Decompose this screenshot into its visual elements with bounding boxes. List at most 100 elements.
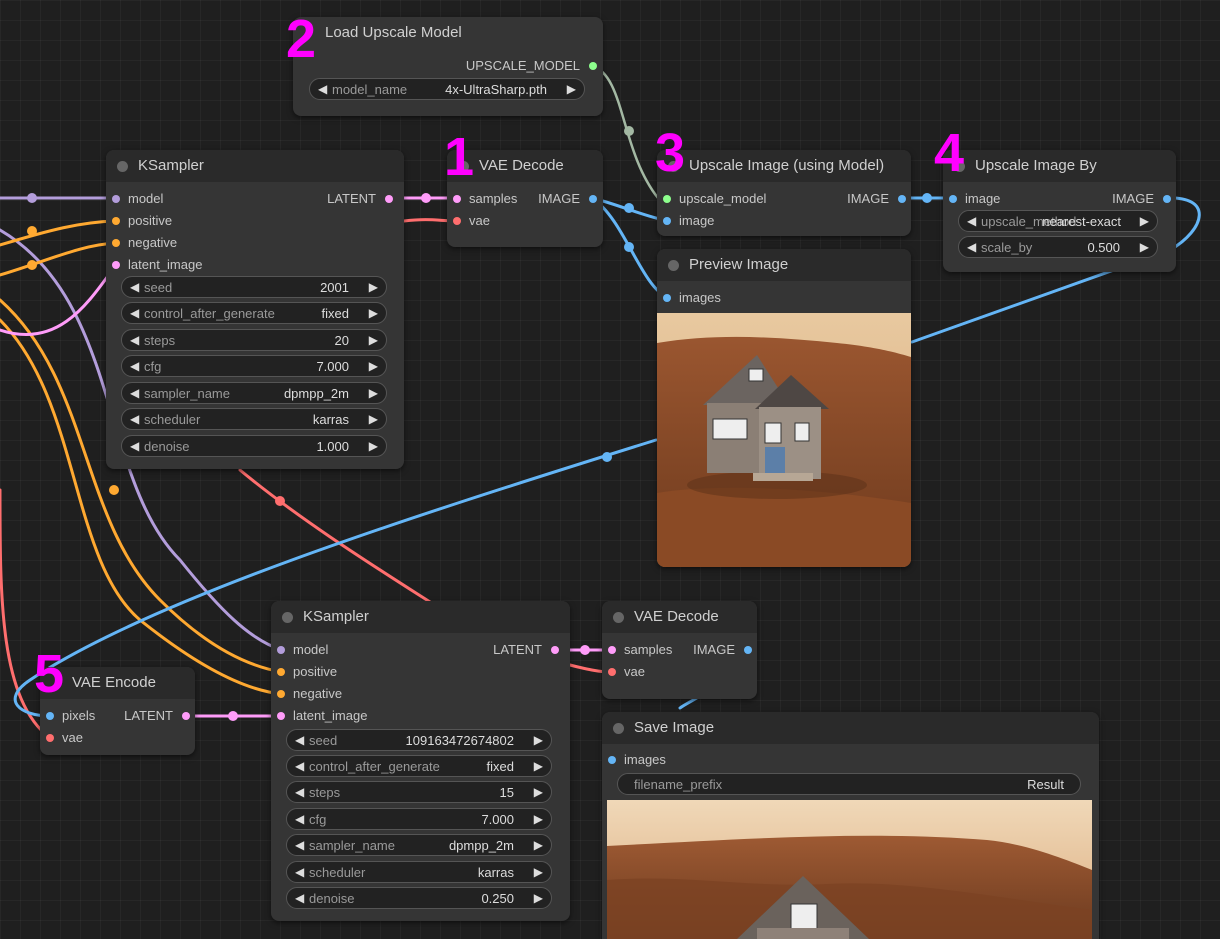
steps-widget[interactable]: ◀ steps 15 ▶ <box>286 781 552 803</box>
arrow-right-icon[interactable]: ▶ <box>369 383 378 404</box>
arrow-left-icon[interactable]: ◀ <box>130 330 139 351</box>
input-pin[interactable] <box>663 217 671 225</box>
input-vae[interactable]: vae <box>453 212 490 230</box>
collapse-dot-icon[interactable] <box>668 260 679 271</box>
sampler-name-widget[interactable]: ◀ sampler_name dpmpp_2m ▶ <box>286 834 552 856</box>
node-title-bar[interactable]: Preview Image <box>657 249 911 281</box>
arrow-right-icon[interactable]: ▶ <box>534 835 543 856</box>
node-title-bar[interactable]: Save Image <box>602 712 1099 744</box>
arrow-left-icon[interactable]: ◀ <box>295 756 304 777</box>
arrow-right-icon[interactable]: ▶ <box>534 782 543 803</box>
input-model[interactable]: model <box>112 190 163 208</box>
arrow-left-icon[interactable]: ◀ <box>295 888 304 909</box>
node-ksampler-2[interactable]: KSampler model positive negative latent_… <box>271 601 570 921</box>
input-pin[interactable] <box>949 195 957 203</box>
arrow-left-icon[interactable]: ◀ <box>295 862 304 883</box>
input-positive[interactable]: positive <box>112 212 172 230</box>
arrow-right-icon[interactable]: ▶ <box>567 79 576 100</box>
node-save-image[interactable]: Save Image images filename_prefix Result <box>602 712 1099 939</box>
scheduler-widget[interactable]: ◀ scheduler karras ▶ <box>121 408 387 430</box>
node-load-upscale-model[interactable]: Load Upscale Model UPSCALE_MODEL ◀ model… <box>293 17 603 116</box>
input-image[interactable]: image <box>949 190 1000 208</box>
input-pin[interactable] <box>453 217 461 225</box>
node-upscale-image-using-model[interactable]: Upscale Image (using Model) upscale_mode… <box>657 150 911 236</box>
input-pin[interactable] <box>608 668 616 676</box>
input-pin[interactable] <box>608 756 616 764</box>
seed-widget[interactable]: ◀ seed 109163472674802 ▶ <box>286 729 552 751</box>
cfg-widget[interactable]: ◀ cfg 7.000 ▶ <box>286 808 552 830</box>
arrow-left-icon[interactable]: ◀ <box>130 303 139 324</box>
output-pin[interactable] <box>744 646 752 654</box>
input-images[interactable]: images <box>608 751 666 769</box>
input-pin[interactable] <box>112 261 120 269</box>
arrow-left-icon[interactable]: ◀ <box>295 809 304 830</box>
saved-image-thumbnail[interactable] <box>607 800 1092 939</box>
model-name-combo[interactable]: ◀ model_name 4x-UltraSharp.pth ▶ <box>309 78 585 100</box>
input-pin[interactable] <box>46 712 54 720</box>
input-pixels[interactable]: pixels <box>46 707 95 725</box>
node-title-bar[interactable]: Upscale Image (using Model) <box>657 150 911 182</box>
input-negative[interactable]: negative <box>277 685 342 703</box>
output-image[interactable]: IMAGE <box>1074 190 1171 208</box>
input-pin[interactable] <box>453 195 461 203</box>
arrow-left-icon[interactable]: ◀ <box>130 356 139 377</box>
arrow-left-icon[interactable]: ◀ <box>130 383 139 404</box>
arrow-right-icon[interactable]: ▶ <box>369 277 378 298</box>
input-vae[interactable]: vae <box>608 663 645 681</box>
arrow-right-icon[interactable]: ▶ <box>369 409 378 430</box>
arrow-right-icon[interactable]: ▶ <box>369 436 378 457</box>
output-latent[interactable]: LATENT <box>442 641 559 659</box>
output-latent[interactable]: LATENT <box>93 707 190 725</box>
arrow-left-icon[interactable]: ◀ <box>295 730 304 751</box>
scheduler-widget[interactable]: ◀ scheduler karras ▶ <box>286 861 552 883</box>
output-latent[interactable]: LATENT <box>276 190 393 208</box>
node-vae-decode-2[interactable]: VAE Decode samples vae IMAGE <box>602 601 757 699</box>
seed-widget[interactable]: ◀ seed 2001 ▶ <box>121 276 387 298</box>
arrow-right-icon[interactable]: ▶ <box>534 809 543 830</box>
arrow-left-icon[interactable]: ◀ <box>130 436 139 457</box>
node-title-bar[interactable]: KSampler <box>106 150 404 182</box>
input-pin[interactable] <box>112 217 120 225</box>
arrow-left-icon[interactable]: ◀ <box>967 237 976 258</box>
arrow-right-icon[interactable]: ▶ <box>534 730 543 751</box>
output-pin[interactable] <box>589 62 597 70</box>
input-pin[interactable] <box>663 294 671 302</box>
node-title-bar[interactable]: KSampler <box>271 601 570 633</box>
arrow-right-icon[interactable]: ▶ <box>1140 211 1149 232</box>
output-pin[interactable] <box>898 195 906 203</box>
collapse-dot-icon[interactable] <box>613 612 624 623</box>
input-vae[interactable]: vae <box>46 729 83 747</box>
input-positive[interactable]: positive <box>277 663 337 681</box>
control-after-generate-widget[interactable]: ◀ control_after_generate fixed ▶ <box>286 755 552 777</box>
output-pin[interactable] <box>182 712 190 720</box>
sampler-name-widget[interactable]: ◀ sampler_name dpmpp_2m ▶ <box>121 382 387 404</box>
input-pin[interactable] <box>277 646 285 654</box>
arrow-left-icon[interactable]: ◀ <box>967 211 976 232</box>
node-preview-image[interactable]: Preview Image images <box>657 249 911 567</box>
arrow-left-icon[interactable]: ◀ <box>130 277 139 298</box>
input-image[interactable]: image <box>663 212 714 230</box>
control-after-generate-widget[interactable]: ◀ control_after_generate fixed ▶ <box>121 302 387 324</box>
output-pin[interactable] <box>551 646 559 654</box>
output-pin[interactable] <box>589 195 597 203</box>
input-model[interactable]: model <box>277 641 328 659</box>
output-pin[interactable] <box>385 195 393 203</box>
arrow-left-icon[interactable]: ◀ <box>318 79 327 100</box>
input-pin[interactable] <box>608 646 616 654</box>
input-pin[interactable] <box>112 195 120 203</box>
output-pin[interactable] <box>1163 195 1171 203</box>
node-title-bar[interactable]: Upscale Image By <box>943 150 1176 182</box>
collapse-dot-icon[interactable] <box>613 723 624 734</box>
input-pin[interactable] <box>663 195 671 203</box>
output-upscale-model[interactable]: UPSCALE_MODEL <box>380 57 597 75</box>
filename-prefix-field[interactable]: filename_prefix Result <box>617 773 1081 795</box>
arrow-right-icon[interactable]: ▶ <box>534 862 543 883</box>
arrow-right-icon[interactable]: ▶ <box>369 356 378 377</box>
arrow-right-icon[interactable]: ▶ <box>534 888 543 909</box>
input-latent-image[interactable]: latent_image <box>112 256 202 274</box>
input-negative[interactable]: negative <box>112 234 177 252</box>
scale-by-widget[interactable]: ◀ scale_by 0.500 ▶ <box>958 236 1158 258</box>
arrow-right-icon[interactable]: ▶ <box>369 330 378 351</box>
input-pin[interactable] <box>112 239 120 247</box>
input-upscale-model[interactable]: upscale_model <box>663 190 766 208</box>
